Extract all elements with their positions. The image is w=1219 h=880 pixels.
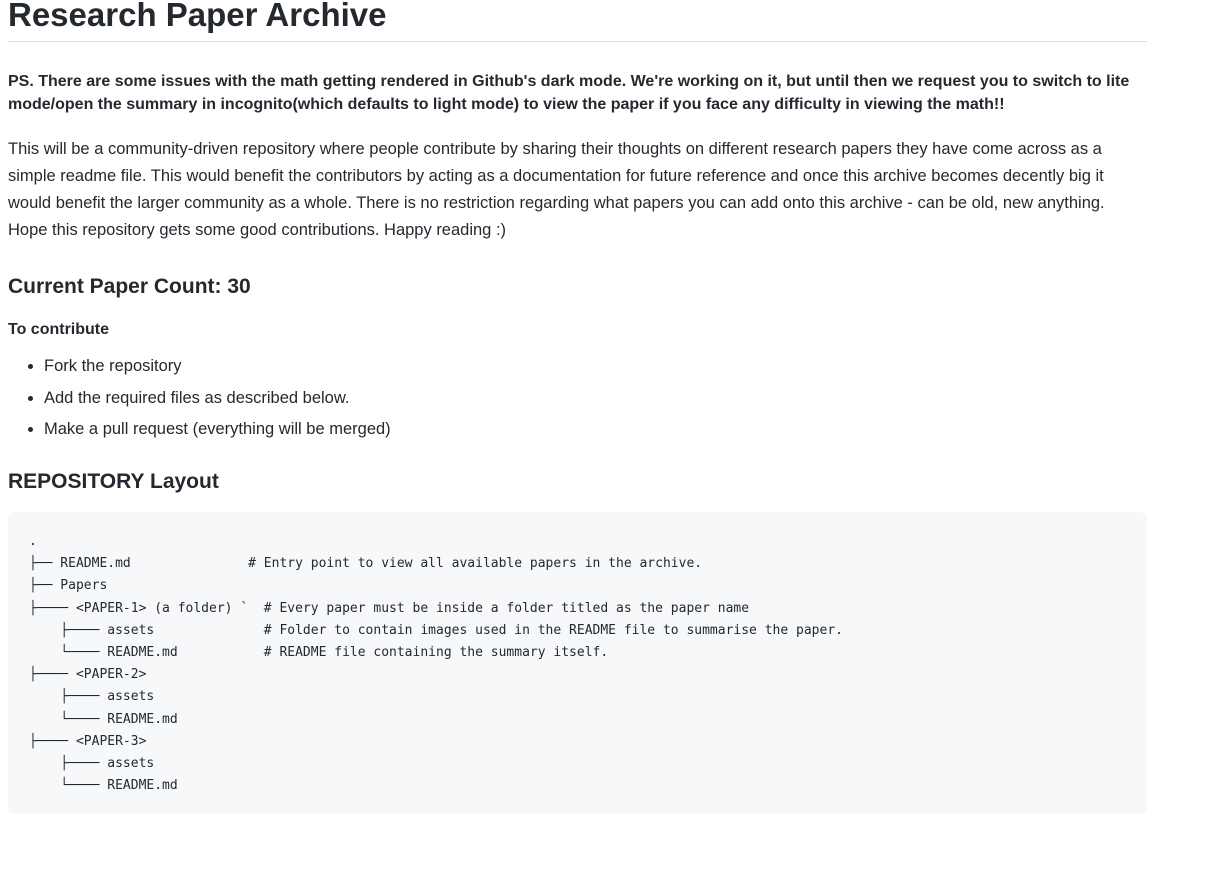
repository-layout-heading: REPOSITORY Layout [8, 470, 219, 493]
ps-note: PS. There are some issues with the math … [8, 73, 1130, 113]
repository-tree-code[interactable]: . ├── README.md # Entry point to view al… [29, 531, 1147, 797]
list-item: Fork the repository [44, 354, 1147, 378]
list-item: Add the required files as described belo… [44, 386, 1147, 410]
contribute-heading: To contribute [8, 321, 110, 338]
code-block[interactable]: . ├── README.md # Entry point to view al… [8, 512, 1147, 814]
page-title: Research Paper Archive [8, 0, 1147, 42]
paper-count-heading: Current Paper Count: 30 [8, 275, 251, 298]
readme-document: Research Paper Archive PS. There are som… [8, 0, 1147, 814]
contribute-steps-list: Fork the repository Add the required fil… [8, 354, 1147, 441]
list-item: Make a pull request (everything will be … [44, 417, 1147, 441]
intro-paragraph: This will be a community-driven reposito… [8, 140, 1105, 239]
